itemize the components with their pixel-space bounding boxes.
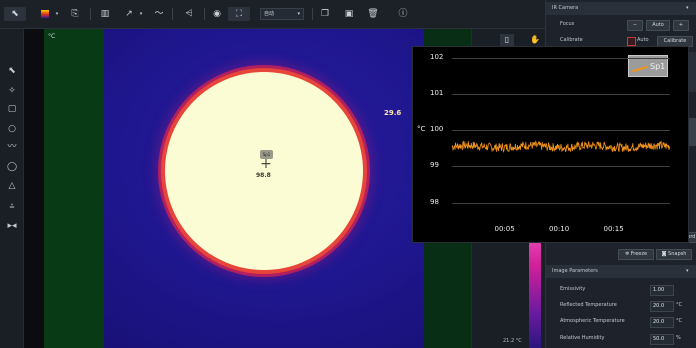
palette-dropdown-icon[interactable]: ▾ [53,7,61,21]
param-label: Relative Humidity [560,335,605,341]
param-unit: % [676,335,681,341]
toolbar-divider [172,8,173,20]
zoom-dropdown[interactable]: 自动 ▾ [260,8,304,20]
copy-icon[interactable]: ❐ [318,7,332,21]
trend-dropdown-icon[interactable]: ▾ [137,7,145,21]
plot-x-tick: 00:10 [549,225,570,233]
relative-humidity-input[interactable]: 50.0 [650,334,674,345]
emissivity-input[interactable]: 1.00 [650,285,674,296]
image-parameters-header[interactable]: Image Parameters ▾ [546,265,696,278]
rectangle-icon[interactable]: ▢ [5,102,19,116]
chevron-down-icon: ▾ [686,5,689,11]
param-row-atmospheric-temperature: Atmospheric Temperature 20.0 °C [546,315,696,328]
import-icon[interactable]: ⎘ [68,7,82,21]
polygon-icon[interactable]: △ [5,179,19,193]
palette-min-label: 21.2 °C [503,338,522,344]
param-unit: °C [676,318,682,324]
measurement-tools: ⬉ ✧ ▢ ○ 〰 ◯ △ ⩮ ▸◂ [0,29,24,348]
temperature-plot[interactable]: °C Sp1 102 101 100 99 98 00:05 00:10 00:15 [412,46,689,243]
plot-x-tick: 00:15 [603,225,624,233]
snapshot-button[interactable]: ◙ Snapsh [656,249,692,260]
focus-plus-button[interactable]: + [673,20,689,31]
camera-lens-icon[interactable]: ◉ [210,7,224,21]
atmospheric-temperature-input[interactable]: 20.0 [650,317,674,328]
param-label: Emissivity [560,286,586,292]
spot-icon[interactable]: ✧ [5,84,19,98]
legend-swatch [632,65,648,73]
param-row-emissivity: Emissivity 1.00 [546,283,696,296]
plot-gridline [452,130,670,132]
freeze-button[interactable]: ❄ Freeze [618,249,654,260]
plot-y-tick: 99 [430,161,439,170]
freeze-label: Freeze [630,251,648,257]
focus-label: Focus [560,21,575,27]
spot-value: 98.8 [256,172,271,179]
focus-row: Focus − Auto + [546,18,696,31]
delete-icon[interactable]: 🗑 [366,7,380,21]
toolbar-divider [204,8,205,20]
circle-icon[interactable]: ◯ [5,160,19,174]
param-row-reflected-temperature: Reflected Temperature 20.0 °C [546,299,696,312]
temperature-unit: °C [48,33,56,40]
ellipse-icon[interactable]: ○ [5,122,19,136]
hand-icon[interactable]: ✋ [528,34,542,46]
legend-label: Sp1 [650,62,666,71]
focus-auto-button[interactable]: Auto [646,20,670,31]
isotherm-icon[interactable]: ⩮ [5,200,19,214]
param-row-relative-humidity: Relative Humidity 50.0 % [546,332,696,345]
thermal-image-left-edge [44,29,104,348]
select-tool-icon[interactable]: ⬉ [4,7,26,21]
param-label: Reflected Temperature [560,302,617,308]
toolbar-divider [312,8,313,20]
snapshot-label: Snapsh [668,251,687,257]
focus-minus-button[interactable]: − [627,20,643,31]
image-parameters-title: Image Parameters [552,268,598,274]
plot-x-tick: 00:05 [494,225,515,233]
line-icon[interactable]: 〰 [5,140,19,154]
calibrate-label: Calibrate [560,37,583,43]
param-label: Atmospheric Temperature [560,318,625,324]
plot-line-sp1 [451,140,671,153]
plot-gridline [452,202,670,204]
thermal-viewport[interactable]: °C Sp1 + 98.8 29.6 [24,29,471,348]
scale-max-label: 29.6 [384,109,402,117]
plot-y-tick: 98 [430,197,439,206]
info-icon[interactable]: ⓘ [396,7,410,21]
fit-screen-icon[interactable]: ⛶ [228,7,250,21]
param-unit: °C [676,302,682,308]
reflected-temperature-input[interactable]: 20.0 [650,301,674,312]
histogram-icon[interactable]: ▥ [98,7,112,21]
plot-y-tick: 102 [430,52,444,61]
main-toolbar: ⬉ ▾ ⎘ ▥ ↗ ▾ 〜 ⩤ ◉ ⛶ 自动 ▾ ❐ ▣ 🗑 ⓘ [0,0,545,29]
toolbar-divider [90,8,91,20]
auto-calibrate-checkbox[interactable] [627,37,636,46]
trend-icon[interactable]: ↗ [122,7,136,21]
palette-icon[interactable] [38,7,52,21]
image-compare-icon[interactable]: ⩤ [180,7,198,21]
plot-y-tick: 101 [430,89,444,98]
ir-camera-title: IR Camera [552,5,579,11]
chevron-down-icon: ▾ [686,268,689,274]
ir-camera-header[interactable]: IR Camera ▾ [546,2,696,15]
plot-gridline [452,57,670,59]
pointer-icon[interactable]: ⬉ [5,64,19,78]
chevron-down-icon: ▾ [297,11,300,17]
page-icon[interactable]: ▯ [500,34,514,46]
spot-crosshair-icon[interactable]: + [259,157,273,171]
delta-icon[interactable]: ▸◂ [5,219,19,233]
auto-calibrate-label: Auto [637,37,649,43]
capture-row: ❄ Freeze ◙ Snapsh [546,247,696,260]
plot-gridline [452,166,670,168]
plot-gridline [452,94,670,96]
save-icon[interactable]: ▣ [342,7,356,21]
line-chart-icon[interactable]: 〜 [152,7,166,21]
zoom-dropdown-value: 自动 [264,11,275,17]
plot-y-tick: 100 [430,125,444,134]
